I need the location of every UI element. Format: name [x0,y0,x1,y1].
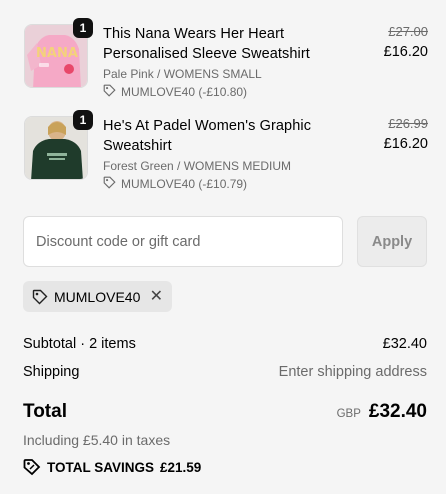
product-variant: Pale Pink / WOMENS SMALL [103,67,262,81]
subtotal-label: Subtotal · 2 items [23,336,136,352]
item-discount: MUMLOVE40 (-£10.79) [103,176,247,192]
discount-code-input[interactable] [23,216,343,267]
quantity-badge: 1 [73,110,93,130]
total-savings: TOTAL SAVINGS £21.59 [23,458,201,476]
tag-icon [32,289,48,305]
shipping-label: Shipping [23,364,80,380]
tag-icon [103,176,116,192]
line-item: NANA 1 This Nana Wears Her Heart Persona… [24,18,428,100]
savings-label: TOTAL SAVINGS [47,459,155,475]
shipping-row: Shipping Enter shipping address [23,364,427,380]
line-item: 1 He's At Padel Women's Graphic Sweatshi… [24,110,428,192]
compare-price: £27.00 [388,24,428,39]
subtotal-value: £32.40 [382,336,427,352]
tag-icon [103,84,116,100]
item-price: £16.20 [383,44,428,60]
currency-code: GBP [336,408,361,420]
total-value: £32.40 [368,401,427,422]
total-row: Total GBP £32.40 [23,401,427,423]
product-title: This Nana Wears Her Heart Personalised S… [103,26,310,62]
apply-button[interactable]: Apply [357,216,427,267]
product-image-text: NANA [36,46,78,61]
product-variant: Forest Green / WOMENS MEDIUM [103,159,292,173]
shipping-value: Enter shipping address [278,364,427,380]
close-icon[interactable]: ✕ [150,288,163,305]
savings-value: £21.59 [160,459,202,475]
compare-price: £26.99 [388,116,428,131]
item-price: £16.20 [383,136,428,152]
applied-discount-code: MUMLOVE40 [54,288,141,305]
product-title: He's At Padel Women's Graphic Sweatshirt [103,118,312,154]
savings-tag-icon [23,458,41,476]
item-discount-text: MUMLOVE40 (-£10.80) [121,85,248,99]
quantity-badge: 1 [73,18,93,38]
item-discount: MUMLOVE40 (-£10.80) [103,84,247,100]
taxes-note: Including £5.40 in taxes [23,432,171,448]
applied-discount-chip: MUMLOVE40 ✕ [23,281,172,312]
total-label: Total [23,401,67,422]
subtotal-row: Subtotal · 2 items £32.40 [23,336,427,352]
item-discount-text: MUMLOVE40 (-£10.79) [121,177,248,191]
